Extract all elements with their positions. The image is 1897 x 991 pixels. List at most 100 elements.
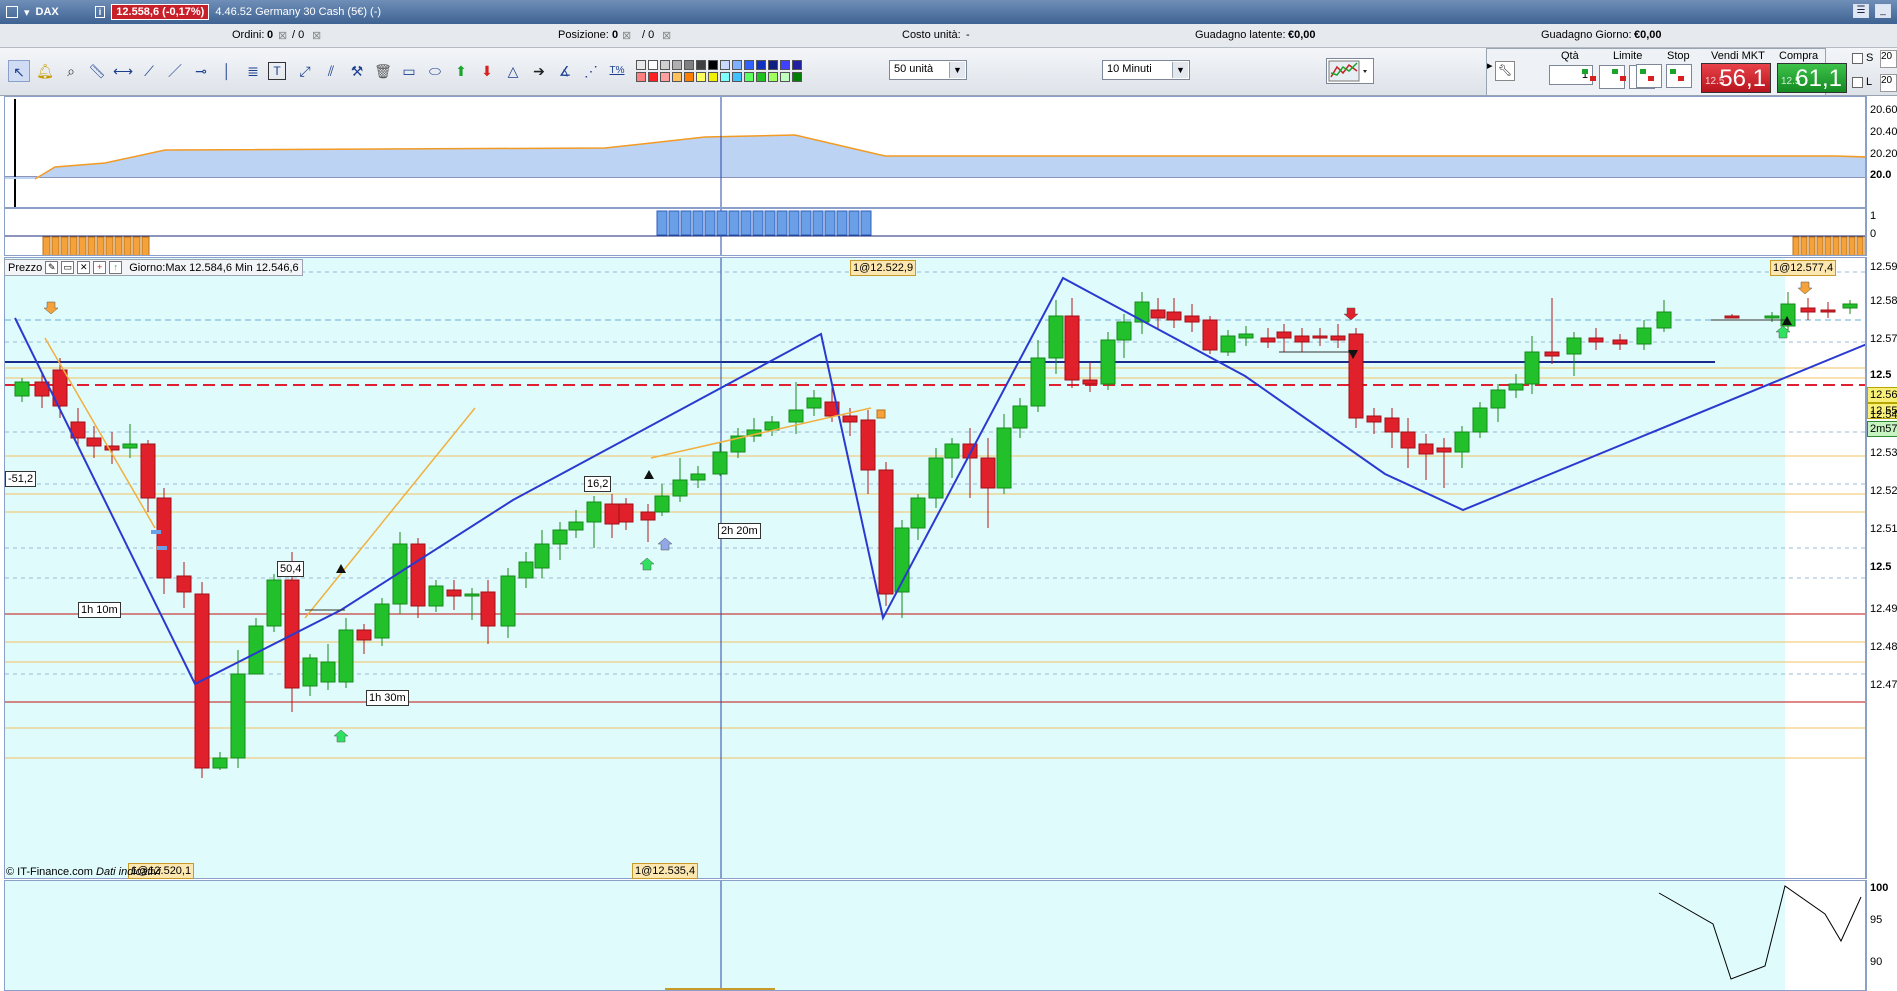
- window-icon[interactable]: ▭: [61, 261, 75, 274]
- wrench-icon[interactable]: ✎: [45, 261, 59, 274]
- up-arrow-icon[interactable]: ⬆: [450, 60, 472, 82]
- angle-icon[interactable]: ∡: [554, 60, 576, 82]
- candle-body: [1082, 379, 1098, 385]
- ruler-icon[interactable]: 📏︎: [86, 60, 108, 82]
- color-swatch[interactable]: [720, 60, 730, 70]
- ordini-cancel-icon[interactable]: ⊠: [278, 29, 287, 42]
- color-swatch[interactable]: [648, 72, 658, 82]
- s-checkbox[interactable]: [1852, 52, 1863, 64]
- right-arrow-icon[interactable]: ➔: [528, 60, 550, 82]
- collapse-arrow-icon[interactable]: ▸: [1487, 59, 1493, 72]
- axis-label: 90: [1870, 956, 1883, 968]
- vertical-line-icon[interactable]: │: [216, 60, 238, 82]
- color-swatch[interactable]: [744, 60, 754, 70]
- color-swatch[interactable]: [792, 72, 802, 82]
- color-swatch[interactable]: [732, 72, 742, 82]
- color-palette[interactable]: [636, 60, 802, 84]
- color-swatch[interactable]: [768, 60, 778, 70]
- l-checkbox[interactable]: [1852, 76, 1863, 88]
- alert-bell-icon[interactable]: 🔔︎: [34, 60, 56, 82]
- color-swatch[interactable]: [708, 60, 718, 70]
- triangle-icon[interactable]: △: [502, 60, 524, 82]
- trendline-icon[interactable]: ⟋: [138, 60, 160, 82]
- parallel-icon[interactable]: ⫽: [320, 60, 342, 82]
- units-select[interactable]: 50 unità ▼: [889, 60, 967, 80]
- sell-mkt-button[interactable]: 12.5 56,1: [1701, 63, 1771, 93]
- signal-block: [752, 210, 764, 236]
- volatility-area-chart: [5, 97, 1865, 207]
- color-swatch[interactable]: [684, 72, 694, 82]
- zoom-icon[interactable]: ⌕: [60, 60, 82, 82]
- rectangle-icon[interactable]: ▭: [398, 60, 420, 82]
- color-swatch[interactable]: [780, 72, 790, 82]
- color-swatch[interactable]: [648, 60, 658, 70]
- stop-s-toggle[interactable]: S: [1852, 52, 1873, 64]
- candle-body: [640, 511, 656, 521]
- settings-wrench-icon[interactable]: 🔧︎: [1495, 61, 1515, 81]
- horizontal-measure-icon[interactable]: ⟷: [112, 60, 134, 82]
- minimize-icon[interactable]: _: [1875, 4, 1891, 18]
- chevron-down-icon[interactable]: ▼: [949, 62, 965, 78]
- color-swatch[interactable]: [756, 72, 766, 82]
- percent-tool-icon[interactable]: T%: [606, 60, 628, 82]
- ray-icon[interactable]: ／: [164, 60, 186, 82]
- gann-icon[interactable]: ⋰: [580, 60, 602, 82]
- timeframe-select[interactable]: 10 Minuti ▼: [1102, 60, 1190, 80]
- window-icon[interactable]: [6, 6, 18, 18]
- dropdown-arrow-icon[interactable]: ▾: [24, 6, 30, 19]
- add-icon[interactable]: +: [93, 261, 107, 274]
- signal-block: [848, 210, 860, 236]
- candle-body: [944, 443, 960, 459]
- color-swatch[interactable]: [636, 72, 646, 82]
- close-icon[interactable]: ✕: [77, 261, 91, 274]
- ordini-close-icon[interactable]: ⊠: [312, 29, 321, 42]
- menu-icon[interactable]: ☰: [1853, 4, 1869, 18]
- volatility-indicator-panel[interactable]: [4, 96, 1866, 208]
- l-value-input[interactable]: 20: [1880, 74, 1897, 92]
- color-swatch[interactable]: [696, 72, 706, 82]
- stop-l-toggle[interactable]: L: [1852, 76, 1872, 88]
- color-swatch[interactable]: [744, 72, 754, 82]
- s-value-input[interactable]: 20: [1880, 50, 1897, 68]
- color-swatch[interactable]: [756, 60, 766, 70]
- chart-type-button[interactable]: [1326, 58, 1374, 84]
- signal-block: [692, 210, 704, 236]
- candle-body: [500, 575, 516, 627]
- down-arrow-icon[interactable]: ⬇: [476, 60, 498, 82]
- info-icon[interactable]: i: [94, 6, 106, 18]
- candle-body: [1384, 417, 1400, 433]
- trash-icon[interactable]: 🗑︎: [372, 60, 394, 82]
- ellipse-icon[interactable]: ⬭: [424, 60, 446, 82]
- color-swatch[interactable]: [660, 72, 670, 82]
- text-tool-icon[interactable]: T: [268, 62, 286, 80]
- color-swatch[interactable]: [780, 60, 790, 70]
- channel-icon[interactable]: ⤢: [294, 60, 316, 82]
- guadagno-latente-label: Guadagno latente:: [1195, 29, 1286, 41]
- color-swatch[interactable]: [720, 72, 730, 82]
- color-swatch[interactable]: [768, 72, 778, 82]
- candle-body: [356, 629, 372, 641]
- color-swatch[interactable]: [696, 60, 706, 70]
- color-swatch[interactable]: [684, 60, 694, 70]
- posizione-close-icon[interactable]: ⊠: [662, 29, 671, 42]
- color-swatch[interactable]: [732, 60, 742, 70]
- fibonacci-icon[interactable]: ≣: [242, 60, 264, 82]
- chevron-down-icon[interactable]: ▼: [1172, 62, 1188, 78]
- color-swatch[interactable]: [708, 72, 718, 82]
- color-swatch[interactable]: [660, 60, 670, 70]
- signal-strip-panel[interactable]: [4, 208, 1866, 256]
- time-annotation: 1h 10m: [78, 602, 121, 618]
- oscillator-panel[interactable]: [4, 880, 1866, 991]
- horizontal-line-icon[interactable]: ⊸: [190, 60, 212, 82]
- up-arrow-icon[interactable]: ↑: [109, 261, 123, 274]
- pointer-tool-icon[interactable]: ↖: [8, 60, 30, 82]
- axis-label: 95: [1870, 914, 1883, 926]
- color-swatch[interactable]: [672, 72, 682, 82]
- buy-mkt-button[interactable]: 12.5 61,1: [1777, 63, 1847, 93]
- color-swatch[interactable]: [792, 60, 802, 70]
- color-swatch[interactable]: [672, 60, 682, 70]
- tools-icon[interactable]: ⚒: [346, 60, 368, 82]
- color-swatch[interactable]: [636, 60, 646, 70]
- posizione-cancel-icon[interactable]: ⊠: [622, 29, 631, 42]
- axis-label: 1: [1870, 210, 1877, 222]
